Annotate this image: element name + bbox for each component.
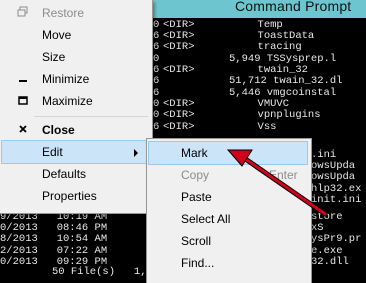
maximize-icon <box>16 94 30 108</box>
console-line: <DIR> Vss <box>163 121 277 133</box>
menu-item-properties[interactable]: Properties <box>2 185 150 207</box>
console-line: init.ini <box>311 194 362 206</box>
menu-item-label: Defaults <box>42 167 87 181</box>
menu-separator <box>34 116 148 117</box>
submenu-item-select-all[interactable]: Select All <box>149 208 307 230</box>
console-line: 32.dll <box>311 256 349 268</box>
system-menu: Restore Move Size Minimize Maximize Clos… <box>0 0 153 214</box>
menu-item-label: Restore <box>42 6 85 20</box>
submenu-arrow-icon <box>134 149 138 157</box>
menu-item-label: Edit <box>42 145 63 159</box>
menu-item-label: Properties <box>42 189 97 203</box>
submenu-item-label: Paste <box>181 190 212 204</box>
menu-item-maximize[interactable]: Maximize <box>2 90 150 112</box>
submenu-item-find[interactable]: Find... <box>149 252 307 274</box>
shortcut-label: Enter <box>269 168 298 182</box>
restore-icon <box>16 6 30 20</box>
console-char: 6 <box>153 41 160 53</box>
minimize-icon <box>16 72 30 86</box>
console-line: <DIR> vpnplugins <box>163 109 321 121</box>
console-line: owsUpda <box>311 171 356 183</box>
console-line: <DIR> tracing <box>163 41 302 53</box>
menu-item-label: Close <box>42 123 75 137</box>
menu-item-move[interactable]: Move <box>2 24 150 46</box>
menu-item-restore[interactable]: Restore <box>2 2 150 24</box>
submenu-item-mark[interactable]: Mark <box>148 141 308 165</box>
menu-item-label: Maximize <box>42 94 93 108</box>
console-char: 6 <box>153 75 160 87</box>
console-char: 6 <box>153 121 160 133</box>
menu-item-close[interactable]: Close <box>2 119 150 141</box>
menu-item-size[interactable]: Size <box>2 46 150 68</box>
console-line: 8/2013 10:54 AM <box>0 233 108 245</box>
submenu-item-label: Select All <box>181 212 231 226</box>
submenu-item-scroll[interactable]: Scroll <box>149 230 307 252</box>
console-line: ysPr9.pr <box>311 233 362 245</box>
menu-item-defaults[interactable]: Defaults <box>2 163 150 185</box>
menu-item-label: Move <box>42 28 72 42</box>
console-char: 0 <box>153 109 160 121</box>
submenu-item-paste[interactable]: Paste <box>149 186 307 208</box>
window-title: Command Prompt <box>235 0 352 14</box>
edit-submenu: Mark Copy Enter Paste Select All Scroll … <box>146 138 312 283</box>
menu-item-label: Minimize <box>42 72 90 86</box>
close-icon <box>16 123 30 137</box>
submenu-item-label: Copy <box>181 168 210 182</box>
menu-item-label: Size <box>42 50 66 64</box>
submenu-item-label: Find... <box>181 256 215 270</box>
screen: Command Prompt <DIR> Temp <DIR> ToastData… <box>0 0 366 283</box>
submenu-item-label: Mark <box>181 146 208 160</box>
submenu-item-label: Scroll <box>181 234 212 248</box>
menu-item-edit[interactable]: Edit <box>1 140 149 164</box>
submenu-item-copy[interactable]: Copy Enter <box>149 164 307 186</box>
console-line: 51,712 twain_32.dl <box>229 75 343 87</box>
menu-item-minimize[interactable]: Minimize <box>2 68 150 90</box>
